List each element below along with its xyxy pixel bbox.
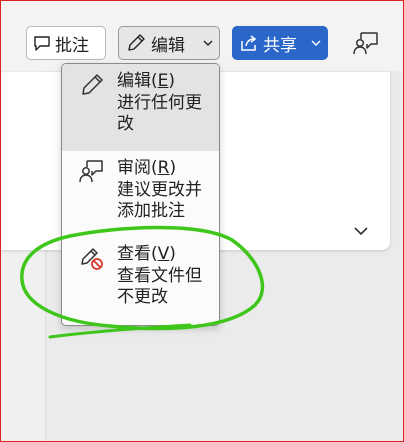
chevron-down-icon <box>203 40 213 46</box>
comment-button[interactable]: 批注 <box>26 26 106 60</box>
pencil-icon <box>82 74 103 95</box>
chevron-down-icon <box>311 40 321 46</box>
menu-item-editing[interactable]: 编辑(E) 进行任何更改 <box>62 64 219 151</box>
editing-mode-button[interactable]: 编辑 <box>118 26 220 60</box>
menu-item-editing-description: 进行任何更改 <box>117 92 202 135</box>
menu-item-viewing[interactable]: 查看(V) 查看文件但不更改 <box>62 237 219 325</box>
menu-item-viewing-title: 查看(V) <box>117 244 176 264</box>
menu-item-reviewing-description: 建议更改并添加批注 <box>117 179 202 222</box>
editing-mode-label: 编辑 <box>151 35 185 56</box>
menu-item-reviewing-title: 审阅(R) <box>117 158 177 178</box>
view-only-pencil-icon <box>81 248 103 270</box>
menu-item-editing-title: 编辑(E) <box>117 71 176 91</box>
share-button[interactable]: 共享 <box>232 26 328 60</box>
reviewer-icon <box>79 160 103 183</box>
pencil-icon <box>128 34 145 51</box>
ribbon-collapse-chevron-icon[interactable] <box>352 222 370 240</box>
menu-item-reviewing[interactable]: 审阅(R) 建议更改并添加批注 <box>62 151 219 237</box>
comment-button-label: 批注 <box>55 35 89 56</box>
comment-icon <box>34 36 50 51</box>
present-icon[interactable] <box>352 30 380 58</box>
share-button-label: 共享 <box>263 35 297 56</box>
menu-item-viewing-description: 查看文件但不更改 <box>117 265 202 308</box>
editing-mode-menu: 编辑(E) 进行任何更改 审阅(R) 建议更改并添加批注 查看(V) 查看文件但… <box>61 63 220 326</box>
share-icon <box>241 35 257 51</box>
